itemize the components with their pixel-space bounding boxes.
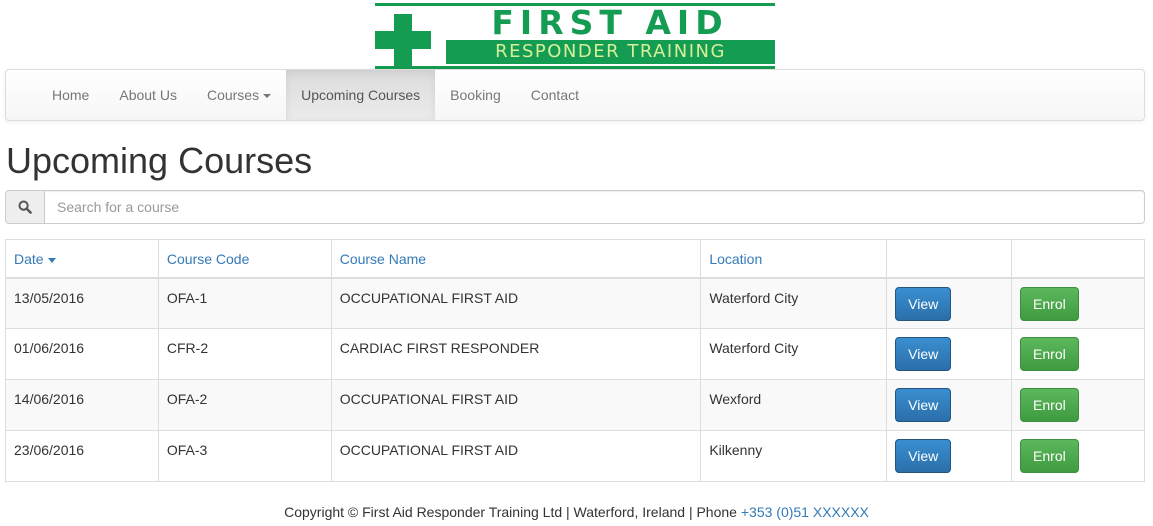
cell-date: 01/06/2016 bbox=[5, 328, 159, 380]
enrol-button[interactable]: Enrol bbox=[1020, 439, 1079, 473]
nav-item-label: Home bbox=[52, 87, 90, 103]
cell-enrol: Enrol bbox=[1011, 328, 1145, 380]
view-button[interactable]: View bbox=[895, 286, 952, 321]
table-row: 13/05/2016 OFA-1 OCCUPATIONAL FIRST AID … bbox=[5, 277, 1145, 329]
table-row: 23/06/2016 OFA-3 OCCUPATIONAL FIRST AID … bbox=[5, 430, 1145, 482]
column-header-view bbox=[886, 239, 1013, 279]
page-title: Upcoming Courses bbox=[6, 140, 313, 181]
column-header-course-name[interactable]: Course Name bbox=[330, 239, 702, 279]
nav-item-label: Courses bbox=[206, 87, 260, 103]
nav-item-courses-dropdown[interactable]: Courses bbox=[192, 70, 286, 120]
courses-table: Date Course Code Course Name Location 13… bbox=[5, 239, 1145, 482]
page-footer: Copyright © First Aid Responder Training… bbox=[0, 503, 1153, 521]
search-icon bbox=[18, 200, 32, 214]
cell-course-name: CARDIAC FIRST RESPONDER bbox=[330, 328, 702, 380]
cell-date: 23/06/2016 bbox=[5, 430, 159, 482]
cell-view: View bbox=[886, 277, 1013, 329]
footer-phone-link[interactable]: +353 (0)51 XXXXXX bbox=[741, 504, 869, 520]
cell-location: Kilkenny bbox=[700, 430, 888, 482]
cell-course-name: OCCUPATIONAL FIRST AID bbox=[330, 277, 702, 329]
course-search bbox=[5, 190, 1145, 224]
first-aid-cross-icon bbox=[375, 14, 431, 70]
column-header-location[interactable]: Location bbox=[700, 239, 888, 279]
enrol-button[interactable]: Enrol bbox=[1020, 337, 1079, 371]
nav-item-booking[interactable]: Booking bbox=[435, 70, 516, 120]
cell-enrol: Enrol bbox=[1011, 277, 1145, 329]
column-header-label: Course Code bbox=[166, 250, 250, 267]
column-header-date[interactable]: Date bbox=[5, 239, 159, 279]
search-input[interactable] bbox=[44, 190, 1145, 224]
column-header-course-code[interactable]: Course Code bbox=[157, 239, 332, 279]
cell-date: 14/06/2016 bbox=[5, 379, 159, 431]
cell-course-code: OFA-1 bbox=[157, 277, 332, 329]
cell-course-code: OFA-2 bbox=[157, 379, 332, 431]
cell-view: View bbox=[886, 430, 1013, 482]
caret-down-icon bbox=[263, 94, 272, 99]
cell-course-code: CFR-2 bbox=[157, 328, 332, 380]
cell-location: Wexford bbox=[700, 379, 888, 431]
cell-enrol: Enrol bbox=[1011, 430, 1145, 482]
nav-item-home[interactable]: Home bbox=[37, 70, 104, 120]
nav-item-contact[interactable]: Contact bbox=[516, 70, 594, 120]
cell-view: View bbox=[886, 328, 1013, 380]
column-header-label: Location bbox=[709, 250, 763, 267]
cell-course-code: OFA-3 bbox=[157, 430, 332, 482]
main-navbar: Home About Us Courses Upcoming Courses B… bbox=[5, 69, 1145, 121]
sort-desc-icon bbox=[47, 257, 56, 263]
site-logo[interactable]: FIRST AID RESPONDER TRAINING bbox=[375, 3, 775, 69]
nav-item-upcoming-courses[interactable]: Upcoming Courses bbox=[286, 70, 436, 120]
footer-copyright: Copyright © First Aid Responder Training… bbox=[284, 504, 741, 520]
nav-item-label: Booking bbox=[450, 87, 501, 103]
search-addon bbox=[5, 190, 44, 224]
view-button[interactable]: View bbox=[895, 388, 952, 422]
column-header-label: Date bbox=[14, 250, 44, 267]
enrol-button[interactable]: Enrol bbox=[1020, 388, 1079, 422]
table-row: 14/06/2016 OFA-2 OCCUPATIONAL FIRST AID … bbox=[5, 379, 1145, 431]
cell-course-name: OCCUPATIONAL FIRST AID bbox=[330, 430, 702, 482]
nav-item-label: Upcoming Courses bbox=[301, 87, 421, 103]
view-button[interactable]: View bbox=[895, 439, 952, 473]
enrol-button[interactable]: Enrol bbox=[1020, 286, 1079, 321]
nav-item-label: About Us bbox=[119, 87, 177, 103]
cell-date: 13/05/2016 bbox=[5, 277, 159, 329]
table-header-row: Date Course Code Course Name Location bbox=[5, 239, 1145, 279]
nav-item-about-us[interactable]: About Us bbox=[104, 70, 192, 120]
column-header-label: Course Name bbox=[339, 250, 427, 267]
cell-location: Waterford City bbox=[700, 277, 888, 329]
cell-enrol: Enrol bbox=[1011, 379, 1145, 431]
logo-subtitle: RESPONDER TRAINING bbox=[495, 41, 726, 62]
cell-course-name: OCCUPATIONAL FIRST AID bbox=[330, 379, 702, 431]
cell-view: View bbox=[886, 379, 1013, 431]
table-row: 01/06/2016 CFR-2 CARDIAC FIRST RESPONDER… bbox=[5, 328, 1145, 380]
nav-item-label: Contact bbox=[530, 87, 579, 103]
cell-location: Waterford City bbox=[700, 328, 888, 380]
view-button[interactable]: View bbox=[895, 337, 952, 371]
column-header-enrol bbox=[1011, 239, 1145, 279]
logo-title: FIRST AID bbox=[491, 3, 729, 42]
nav-menu: Home About Us Courses Upcoming Courses B… bbox=[37, 70, 594, 120]
